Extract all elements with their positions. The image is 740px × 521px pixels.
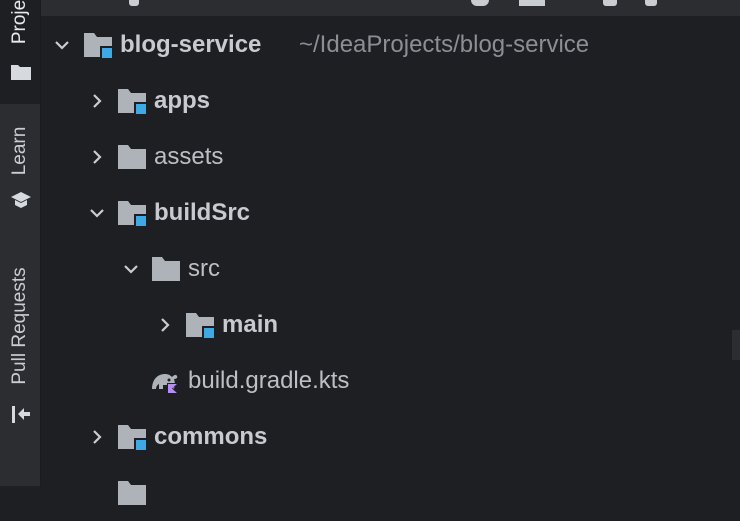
tree-node-commons[interactable]: commons — [41, 409, 740, 465]
tool-window-strip: Proje Learn Pull Requests — [0, 0, 41, 486]
folder-icon[interactable] — [10, 61, 32, 83]
project-tab-label[interactable]: Proje — [9, 0, 31, 44]
folder-icon — [152, 257, 180, 281]
tree-node-main[interactable]: main — [41, 297, 740, 353]
chevron-down-icon[interactable] — [120, 258, 142, 280]
tree-node-buildsrc[interactable]: buildSrc — [41, 185, 740, 241]
tree-node-root[interactable]: blog-service ~/IdeaProjects/blog-service — [41, 17, 740, 73]
module-folder-icon — [118, 89, 146, 114]
toolbar-item-icon[interactable] — [129, 0, 139, 6]
node-label: buildSrc — [154, 199, 251, 226]
hide-icon[interactable] — [645, 0, 657, 6]
scrollbar[interactable] — [732, 330, 740, 360]
root-path: ~/IdeaProjects/blog-service — [299, 31, 590, 58]
chevron-right-icon[interactable] — [154, 314, 176, 336]
chevron-down-icon[interactable] — [51, 34, 73, 56]
chevron-right-icon[interactable] — [86, 146, 108, 168]
tree-node-build-gradle-kts[interactable]: build.gradle.kts — [41, 353, 740, 409]
collapse-icon[interactable] — [519, 0, 545, 6]
node-label: src — [188, 255, 220, 282]
chevron-right-icon[interactable] — [86, 426, 108, 448]
gradle-kotlin-icon — [152, 374, 179, 394]
tree-node-src[interactable]: src — [41, 241, 740, 297]
node-label: build.gradle.kts — [188, 367, 350, 394]
tree-node-partial[interactable] — [41, 465, 740, 521]
node-label: commons — [154, 423, 268, 450]
pull-requests-tab-label[interactable]: Pull Requests — [9, 267, 31, 384]
chevron-right-icon[interactable] — [86, 90, 108, 112]
project-toolbar — [41, 0, 740, 16]
module-folder-icon — [118, 481, 146, 505]
root-name: blog-service — [120, 31, 262, 58]
module-folder-icon — [84, 33, 112, 58]
chevron-down-icon[interactable] — [86, 202, 108, 224]
module-folder-icon — [118, 201, 146, 226]
graduation-cap-icon[interactable] — [10, 189, 32, 211]
options-icon[interactable] — [603, 0, 617, 6]
tree-node-apps[interactable]: apps — [41, 73, 740, 129]
node-label: apps — [154, 87, 211, 114]
locate-icon[interactable] — [471, 0, 489, 6]
node-label: assets — [154, 143, 224, 170]
module-folder-icon — [186, 313, 214, 338]
learn-tab-label[interactable]: Learn — [9, 127, 31, 176]
module-folder-icon — [118, 425, 146, 450]
node-label: main — [222, 311, 279, 338]
pull-request-icon[interactable] — [10, 403, 32, 425]
tree-node-assets[interactable]: assets — [41, 129, 740, 185]
folder-icon — [118, 145, 146, 169]
